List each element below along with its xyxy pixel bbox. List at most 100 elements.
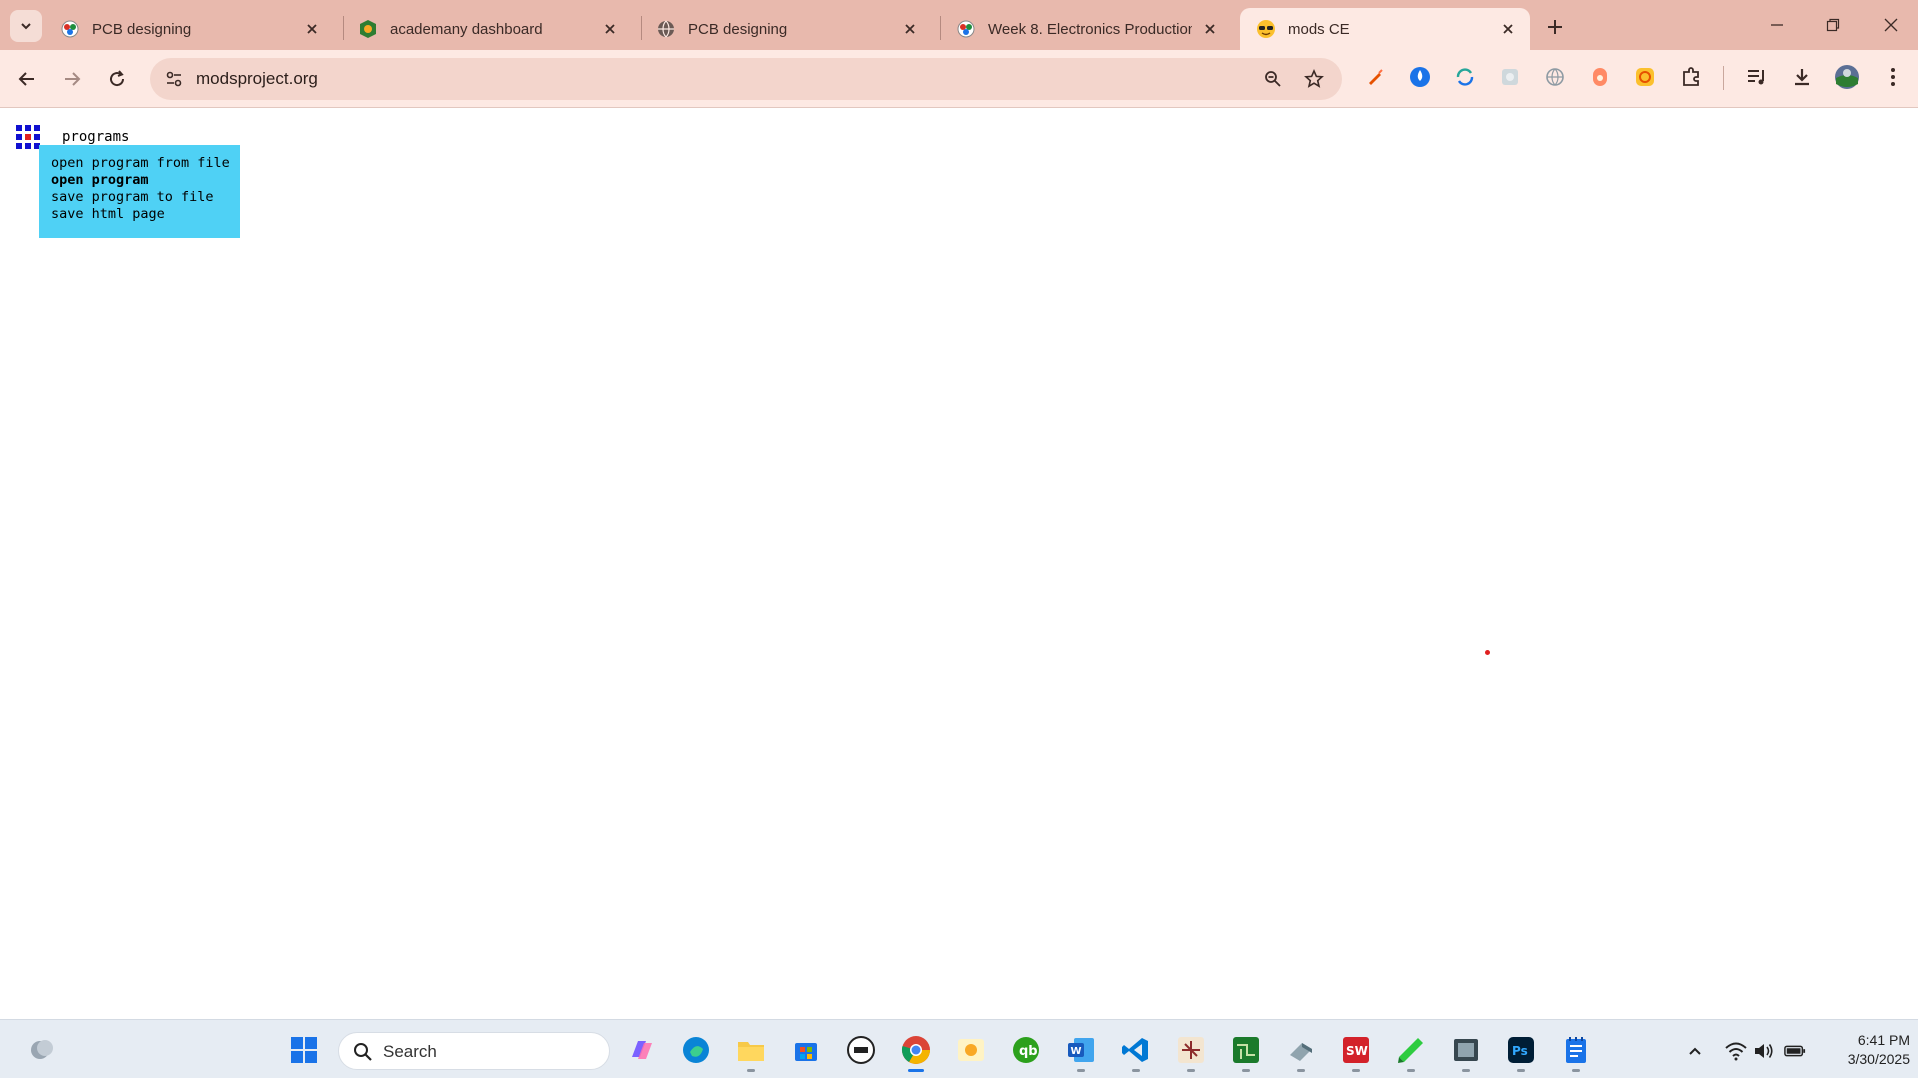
extension-grid-icon[interactable] <box>1495 62 1525 92</box>
tab-mods-ce[interactable]: mods CE <box>1240 8 1530 50</box>
edge-icon[interactable] <box>676 1030 716 1070</box>
photoshop-icon[interactable]: Ps <box>1501 1030 1541 1072</box>
plus-icon <box>1548 20 1562 34</box>
word-icon[interactable]: W <box>1061 1030 1101 1072</box>
sunglasses-emoji-icon <box>1257 20 1275 38</box>
volume-icon[interactable] <box>1753 1040 1775 1062</box>
file-explorer-icon[interactable] <box>731 1030 771 1072</box>
svg-text:W: W <box>1071 1046 1082 1057</box>
kicad-pcb-icon[interactable] <box>1226 1030 1266 1072</box>
extension-tag-icon[interactable] <box>1585 62 1615 92</box>
tab-week8-electronics[interactable]: Week 8. Electronics Production <box>940 8 1232 50</box>
site-info-button[interactable] <box>158 63 190 95</box>
notepad-icon[interactable] <box>1556 1030 1596 1072</box>
close-icon[interactable] <box>600 19 620 39</box>
vscode-icon[interactable] <box>1116 1030 1156 1072</box>
restore-icon <box>1826 18 1840 32</box>
tab-strip: PCB designing academany dashboard PCB de… <box>0 0 1918 50</box>
kicad-schematic-icon[interactable] <box>1171 1030 1211 1072</box>
menu-item-open-program-from-file[interactable]: open program from file <box>51 155 240 172</box>
windows-logo-icon <box>291 1037 317 1063</box>
profile-avatar-icon[interactable] <box>1832 62 1862 92</box>
fabacademy-icon <box>61 20 79 38</box>
show-hidden-icons-chevron-up-icon[interactable] <box>1684 1040 1706 1062</box>
quickbooks-icon[interactable]: qb <box>1006 1030 1046 1070</box>
search-icon <box>354 1043 372 1061</box>
running-indicator <box>1462 1069 1470 1072</box>
start-button[interactable] <box>284 1030 324 1070</box>
chrome-icon[interactable] <box>896 1030 936 1072</box>
new-tab-button[interactable] <box>1540 12 1570 42</box>
clock-time: 6:41 PM <box>1857 1032 1910 1048</box>
dell-icon[interactable] <box>841 1030 881 1070</box>
menu-item-open-program[interactable]: open program <box>51 172 240 189</box>
toolbar-separator <box>1723 66 1724 90</box>
zoom-button[interactable] <box>1257 63 1289 95</box>
tab-search-button[interactable] <box>10 10 42 42</box>
reload-button[interactable] <box>100 62 134 96</box>
address-bar[interactable]: modsproject.org <box>150 58 1342 100</box>
close-icon[interactable] <box>302 19 322 39</box>
running-indicator <box>1517 1069 1525 1072</box>
close-icon[interactable] <box>1498 19 1518 39</box>
tab-title: Week 8. Electronics Production <box>988 20 1192 38</box>
cursor-dot <box>1485 650 1490 655</box>
photos-icon[interactable] <box>951 1030 991 1070</box>
arrow-right-icon <box>65 72 81 86</box>
tab-academany-dashboard[interactable]: academany dashboard <box>342 8 632 50</box>
mods-grid-logo-icon[interactable] <box>16 125 40 149</box>
extension-coin-icon[interactable] <box>1630 62 1660 92</box>
download-icon[interactable] <box>1787 62 1817 92</box>
url-text[interactable]: modsproject.org <box>196 69 318 89</box>
close-icon[interactable] <box>1200 19 1220 39</box>
svg-text:qb: qb <box>1019 1044 1038 1059</box>
extension-sync-icon[interactable] <box>1450 62 1480 92</box>
search-label: Search <box>383 1042 437 1061</box>
restore-button[interactable] <box>1810 8 1856 42</box>
programs-menu-title[interactable]: programs <box>62 129 129 145</box>
green-tool-icon[interactable] <box>1391 1030 1431 1072</box>
menu-item-save-program-to-file[interactable]: save program to file <box>51 189 240 206</box>
fabacademy-icon <box>957 20 975 38</box>
globe-icon <box>658 20 674 38</box>
programs-menu: open program from file open program save… <box>39 145 240 238</box>
tab-title: academany dashboard <box>390 20 543 38</box>
running-indicator <box>908 1069 924 1072</box>
copilot-icon[interactable] <box>621 1030 661 1070</box>
tab-title: PCB designing <box>688 20 788 38</box>
battery-icon[interactable] <box>1784 1040 1806 1062</box>
extension-globe-icon[interactable] <box>1540 62 1570 92</box>
running-indicator <box>1242 1069 1250 1072</box>
tab-pcb-designing-1[interactable]: PCB designing <box>44 8 334 50</box>
mods-page[interactable]: programs open program from file open pro… <box>0 109 1918 1019</box>
back-button[interactable] <box>10 62 44 96</box>
arrow-left-icon <box>18 72 34 86</box>
close-window-button[interactable] <box>1868 8 1914 42</box>
running-indicator <box>747 1069 755 1072</box>
extension-pen-icon[interactable] <box>1360 62 1390 92</box>
running-indicator <box>1352 1069 1360 1072</box>
extension-drop-icon[interactable] <box>1405 62 1435 92</box>
forward-button[interactable] <box>55 62 89 96</box>
close-icon[interactable] <box>900 19 920 39</box>
menu-kebab-icon[interactable] <box>1878 62 1908 92</box>
widgets-weather-icon[interactable] <box>22 1030 62 1070</box>
taskbar-search[interactable]: Search <box>338 1032 610 1070</box>
film-app-icon[interactable] <box>1446 1030 1486 1072</box>
solidworks-icon[interactable]: SW <box>1336 1030 1376 1072</box>
minimize-icon <box>1771 24 1783 26</box>
clock-date: 3/30/2025 <box>1847 1051 1910 1067</box>
system-clock[interactable]: 6:41 PM 3/30/2025 <box>1818 1031 1910 1069</box>
tab-pcb-designing-2[interactable]: PCB designing <box>640 8 932 50</box>
microsoft-store-icon[interactable] <box>786 1030 826 1070</box>
zoom-icon <box>1265 71 1281 87</box>
wifi-icon[interactable] <box>1725 1040 1747 1062</box>
minimize-button[interactable] <box>1754 8 1800 42</box>
extensions-puzzle-icon[interactable] <box>1676 62 1706 92</box>
media-control-icon[interactable] <box>1742 62 1772 92</box>
printer-app-icon[interactable] <box>1281 1030 1321 1072</box>
menu-item-save-html-page[interactable]: save html page <box>51 206 240 223</box>
tune-icon <box>166 71 182 87</box>
bookmark-button[interactable] <box>1298 63 1330 95</box>
running-indicator <box>1407 1069 1415 1072</box>
